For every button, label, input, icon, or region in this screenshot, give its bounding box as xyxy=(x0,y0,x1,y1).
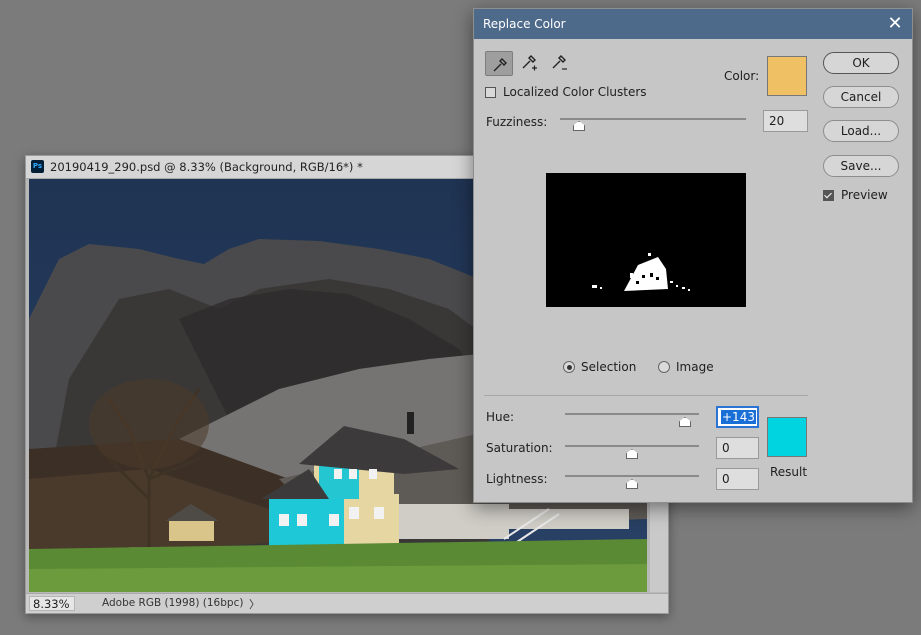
saturation-slider-track[interactable] xyxy=(565,445,699,447)
selection-radio-label[interactable]: Selection xyxy=(581,360,636,374)
divider xyxy=(484,395,808,396)
cancel-button[interactable]: Cancel xyxy=(823,86,899,108)
replace-color-dialog: Replace Color ✕ Color: Localized Color C… xyxy=(473,8,913,503)
subtract-from-sample-tool[interactable] xyxy=(545,51,573,76)
eyedropper-plus-icon xyxy=(522,55,537,71)
color-profile-text[interactable]: Adobe RGB (1998) (16bpc) xyxy=(102,597,243,609)
dialog-title-bar[interactable]: Replace Color ✕ xyxy=(474,9,912,39)
fuzziness-label: Fuzziness: xyxy=(486,115,548,129)
dialog-title: Replace Color xyxy=(483,17,566,31)
eyedropper-minus-icon xyxy=(552,55,567,70)
lightness-label: Lightness: xyxy=(486,472,548,486)
localized-clusters-label[interactable]: Localized Color Clusters xyxy=(503,85,647,99)
image-radio-label[interactable]: Image xyxy=(676,360,714,374)
sample-color-swatch[interactable] xyxy=(767,56,807,96)
lightness-input[interactable]: 0 xyxy=(716,468,759,490)
photoshop-icon: Ps xyxy=(31,160,44,173)
saturation-input[interactable]: 0 xyxy=(716,437,759,459)
image-radio[interactable] xyxy=(658,361,670,373)
ok-button[interactable]: OK xyxy=(823,52,899,74)
preview-label[interactable]: Preview xyxy=(841,188,888,202)
fuzziness-slider-track[interactable] xyxy=(560,118,746,120)
hue-input[interactable]: +143 xyxy=(716,406,759,428)
load-button[interactable]: Load... xyxy=(823,120,899,142)
hue-slider-track[interactable] xyxy=(565,413,699,415)
document-title: 20190419_290.psd @ 8.33% (Background, RG… xyxy=(50,160,363,174)
localized-clusters-checkbox[interactable] xyxy=(485,87,496,98)
lightness-slider-track[interactable] xyxy=(565,475,699,477)
selection-radio[interactable] xyxy=(563,361,575,373)
add-to-sample-tool[interactable] xyxy=(515,51,543,76)
selection-preview[interactable] xyxy=(546,173,746,307)
selection-mask xyxy=(592,253,690,291)
hue-label: Hue: xyxy=(486,410,515,424)
fuzziness-input[interactable]: 20 xyxy=(763,110,808,132)
result-swatch[interactable] xyxy=(767,417,807,457)
zoom-field[interactable]: 8.33% xyxy=(29,596,75,611)
result-label: Result xyxy=(770,465,808,479)
saturation-label: Saturation: xyxy=(486,441,553,455)
eyedropper-icon xyxy=(493,58,507,72)
status-bar: 8.33% Adobe RGB (1998) (16bpc) 〉 xyxy=(26,593,668,613)
eyedropper-tool[interactable] xyxy=(485,51,513,76)
close-icon[interactable]: ✕ xyxy=(884,13,906,35)
status-menu-arrow-icon[interactable]: 〉 xyxy=(249,596,260,612)
save-button[interactable]: Save... xyxy=(823,155,899,177)
color-label: Color: xyxy=(724,69,760,83)
preview-checkbox[interactable] xyxy=(823,190,834,201)
